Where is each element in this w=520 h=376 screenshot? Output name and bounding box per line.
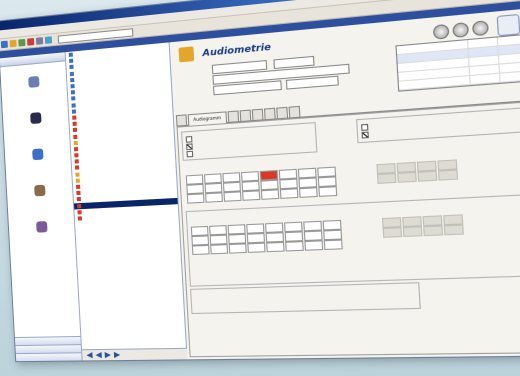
- tab[interactable]: [239, 109, 252, 121]
- grid-cell[interactable]: [223, 191, 242, 202]
- nav-item[interactable]: [6, 171, 73, 211]
- group-icon: [33, 184, 46, 196]
- tree-navigation-bar: [82, 347, 191, 361]
- last-arrow-icon[interactable]: [114, 352, 121, 358]
- delete-icon[interactable]: [27, 37, 35, 46]
- value-grid-upper: [185, 159, 460, 204]
- new-icon[interactable]: [0, 40, 8, 49]
- monitor-icon: [29, 111, 42, 124]
- value-grid-lower: [190, 214, 466, 256]
- grid-cell[interactable]: [242, 190, 261, 201]
- nav-item[interactable]: [2, 98, 69, 139]
- round-button[interactable]: [452, 22, 470, 39]
- record-tree[interactable]: [65, 42, 188, 351]
- tab[interactable]: [263, 107, 276, 120]
- lower-grid-group: [185, 191, 520, 287]
- refresh-icon[interactable]: [44, 36, 53, 44]
- grid-cell[interactable]: [323, 239, 343, 251]
- tab[interactable]: [288, 105, 301, 118]
- nav-footer-item[interactable]: [15, 352, 82, 362]
- grid-cell[interactable]: [260, 189, 280, 200]
- ear-icon: [178, 46, 195, 63]
- grid-cell[interactable]: [205, 192, 223, 203]
- round-button[interactable]: [432, 23, 450, 40]
- users-icon: [35, 220, 48, 233]
- grid-cell[interactable]: [318, 186, 338, 197]
- grid-cell[interactable]: [186, 193, 205, 204]
- page-title: Audiometrie: [202, 42, 272, 60]
- date-label: [180, 69, 212, 72]
- grid-cell[interactable]: [298, 187, 318, 198]
- report-group: [190, 282, 421, 315]
- nav-item[interactable]: [8, 208, 75, 247]
- grid-cell[interactable]: [191, 244, 210, 256]
- flags-group: [356, 106, 520, 144]
- application-window: Audiometrie Audiogramm: [0, 0, 520, 363]
- round-button[interactable]: [471, 20, 489, 37]
- print-icon[interactable]: [35, 37, 44, 45]
- next-arrow-icon[interactable]: [105, 352, 111, 358]
- grid-cell[interactable]: [279, 188, 299, 199]
- grid-cell[interactable]: [247, 242, 266, 253]
- tab[interactable]: [175, 114, 188, 126]
- open-icon[interactable]: [9, 39, 17, 48]
- patient-icon: [27, 75, 40, 88]
- grid-cell[interactable]: [228, 243, 247, 254]
- grid-cell[interactable]: [266, 241, 285, 253]
- tab[interactable]: [227, 110, 239, 122]
- prev-arrow-icon[interactable]: [95, 352, 101, 358]
- nav-item[interactable]: [4, 134, 71, 175]
- tab[interactable]: [275, 106, 288, 119]
- audiogram-panel: [176, 98, 520, 358]
- examiner-label: [181, 90, 213, 93]
- save-icon[interactable]: [18, 38, 26, 47]
- desktop-background: Audiometrie Audiogramm: [0, 0, 520, 376]
- nav-item[interactable]: [0, 61, 67, 103]
- grid-cell[interactable]: [210, 244, 229, 255]
- grid-cell[interactable]: [304, 240, 324, 251]
- tab[interactable]: [251, 108, 264, 121]
- first-arrow-icon[interactable]: [86, 352, 92, 358]
- main-panel: Audiometrie Audiogramm: [169, 5, 520, 360]
- document-icon: [31, 147, 44, 160]
- document-icon[interactable]: [496, 13, 520, 37]
- options-group: [181, 122, 318, 161]
- comment-label: [180, 80, 212, 83]
- grid-cell[interactable]: [285, 241, 304, 252]
